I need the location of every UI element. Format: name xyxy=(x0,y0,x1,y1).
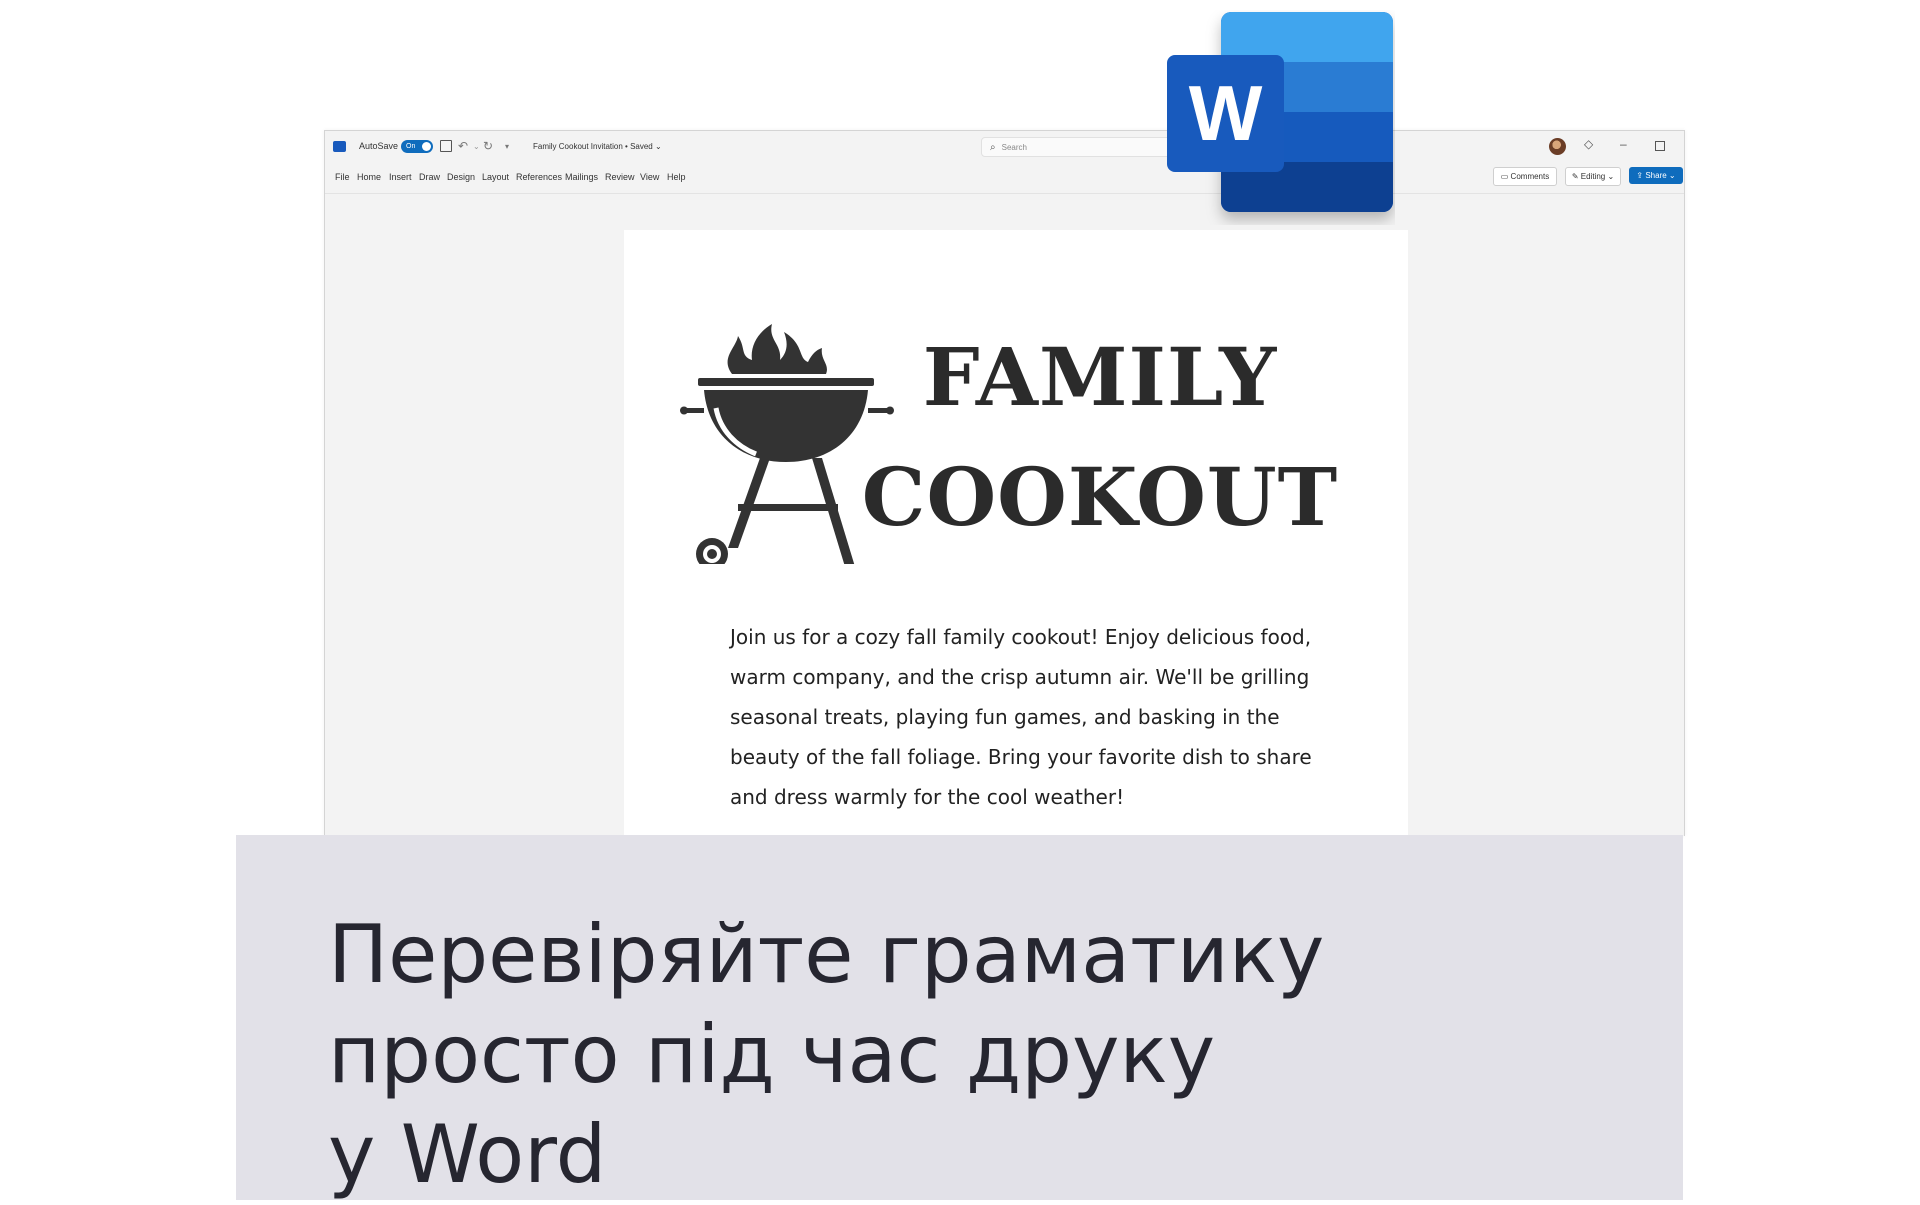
caption-line-2: просто під час друку xyxy=(328,1008,1216,1101)
tab-view[interactable]: View xyxy=(640,167,659,187)
tab-file[interactable]: File xyxy=(335,167,350,187)
ribbon-divider xyxy=(325,193,1684,194)
tab-home[interactable]: Home xyxy=(357,167,381,187)
tab-design[interactable]: Design xyxy=(447,167,475,187)
word-logo-letter: W xyxy=(1188,69,1263,157)
pencil-icon: ✎ xyxy=(1571,172,1581,181)
autosave-toggle[interactable]: On xyxy=(401,131,433,161)
tab-insert[interactable]: Insert xyxy=(389,167,412,187)
tab-draw[interactable]: Draw xyxy=(419,167,440,187)
editing-button[interactable]: ✎ Editing ⌄ xyxy=(1565,167,1621,186)
search-placeholder: Search xyxy=(1001,142,1027,152)
document-body-text: Join us for a cozy fall family cookout! … xyxy=(730,625,1312,809)
caption-panel: Перевіряйте граматику просто під час дру… xyxy=(236,835,1683,1201)
caption-heading: Перевіряйте граматику просто під час дру… xyxy=(328,905,1628,1205)
ribbon-tabs: File Home Insert Draw Design Layout Refe… xyxy=(325,167,1684,187)
avatar[interactable] xyxy=(1549,138,1566,155)
tab-mailings[interactable]: Mailings xyxy=(565,167,598,187)
search-input[interactable]: ⌕ Search xyxy=(981,137,1183,157)
customize-quick-access-icon[interactable]: ▾ xyxy=(505,131,509,161)
document-page[interactable]: FAMILY COOKOUT Join us for a cozy fall f… xyxy=(624,230,1408,836)
diamond-icon[interactable]: ◇ xyxy=(1584,137,1593,151)
redo-icon[interactable]: ↻ xyxy=(483,131,493,161)
share-label: Share ⌄ xyxy=(1645,171,1676,180)
autosave-state: On xyxy=(406,142,416,150)
caption-line-1: Перевіряйте граматику xyxy=(328,908,1325,1001)
document-title-line-1: FAMILY xyxy=(922,330,1278,424)
minimize-icon[interactable]: – xyxy=(1620,137,1627,151)
maximize-icon[interactable] xyxy=(1655,141,1665,151)
autosave-label: AutoSave xyxy=(359,141,399,151)
comments-button[interactable]: ▭ Comments xyxy=(1493,167,1557,186)
tab-review[interactable]: Review xyxy=(605,167,635,187)
comments-label: Comments xyxy=(1510,172,1550,181)
document-title-line-2: COOKOUT xyxy=(861,450,1339,544)
title-bar: AutoSave On ↶ ⌄ ↻ ▾ Family Cookout Invit… xyxy=(325,131,1684,161)
save-icon[interactable] xyxy=(440,131,452,161)
undo-dropdown-icon[interactable]: ⌄ xyxy=(473,131,480,161)
tab-layout[interactable]: Layout xyxy=(482,167,509,187)
caption-line-3: у Word xyxy=(328,1108,607,1201)
search-icon: ⌕ xyxy=(990,141,996,153)
comment-icon: ▭ xyxy=(1500,172,1511,181)
word-app-icon xyxy=(333,131,347,161)
undo-icon[interactable]: ↶ xyxy=(458,131,468,161)
editing-label: Editing ⌄ xyxy=(1580,172,1615,181)
tab-help[interactable]: Help xyxy=(667,167,686,187)
tab-references[interactable]: References xyxy=(516,167,562,187)
share-button[interactable]: ⇪ Share ⌄ xyxy=(1629,167,1683,184)
share-icon: ⇪ xyxy=(1636,171,1646,180)
word-window: AutoSave On ↶ ⌄ ↻ ▾ Family Cookout Invit… xyxy=(324,130,1685,836)
document-title[interactable]: Family Cookout Invitation • Saved ⌄ xyxy=(533,131,662,161)
